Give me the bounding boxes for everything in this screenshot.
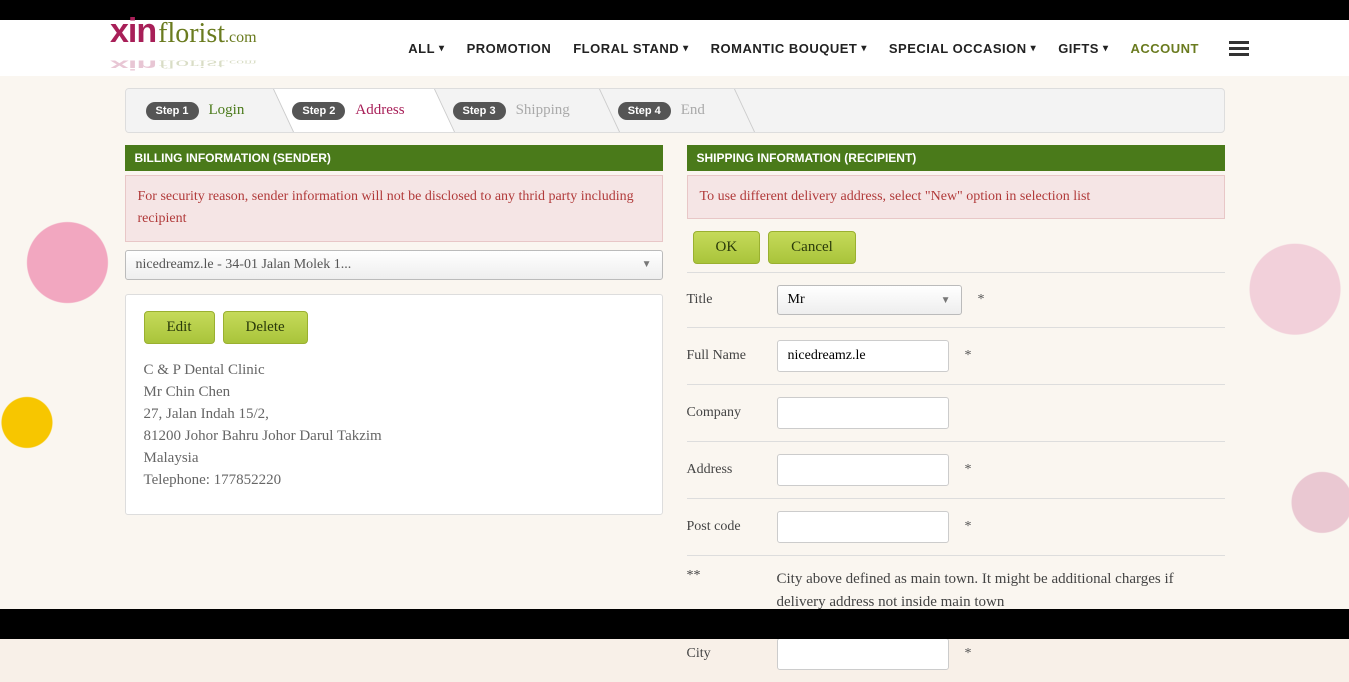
nav-account[interactable]: ACCOUNT bbox=[1131, 41, 1200, 56]
label-city: City bbox=[687, 646, 765, 662]
billing-column: BILLING INFORMATION (SENDER) For securit… bbox=[125, 145, 663, 682]
menu-icon[interactable] bbox=[1229, 41, 1249, 56]
fullname-input[interactable] bbox=[777, 340, 949, 372]
address-line: Telephone: 177852220 bbox=[144, 472, 644, 489]
shipping-header: SHIPPING INFORMATION (RECIPIENT) bbox=[687, 145, 1225, 171]
city-input[interactable] bbox=[777, 638, 949, 670]
address-input[interactable] bbox=[777, 454, 949, 486]
chevron-down-icon: ▾ bbox=[1103, 43, 1109, 54]
logo-tld: .com bbox=[225, 29, 257, 47]
chevron-down-icon: ▾ bbox=[683, 43, 689, 54]
shipping-column: SHIPPING INFORMATION (RECIPIENT) To use … bbox=[687, 145, 1225, 682]
billing-alert: For security reason, sender information … bbox=[125, 175, 663, 242]
required-mark: * bbox=[965, 462, 972, 478]
nav-special-occasion[interactable]: SPECIAL OCCASION▾ bbox=[889, 41, 1036, 56]
nav-floral-stand[interactable]: FLORAL STAND▾ bbox=[573, 41, 688, 56]
postcode-input[interactable] bbox=[777, 511, 949, 543]
address-line: Mr Chin Chen bbox=[144, 384, 644, 401]
billing-address-card: Edit Delete C & P Dental Clinic Mr Chin … bbox=[125, 294, 663, 515]
edit-button[interactable]: Edit bbox=[144, 311, 215, 344]
step-login[interactable]: Step 1 Login bbox=[126, 89, 273, 132]
site-header: xin florist .com xin florist .com ALL▾ P… bbox=[0, 20, 1349, 76]
required-mark: * bbox=[965, 646, 972, 662]
logo-brand: xin bbox=[110, 12, 156, 51]
required-mark: * bbox=[978, 292, 985, 308]
company-input[interactable] bbox=[777, 397, 949, 429]
label-company: Company bbox=[687, 405, 765, 421]
chevron-down-icon: ▾ bbox=[861, 43, 867, 54]
label-fullname: Full Name bbox=[687, 348, 765, 364]
billing-address-select[interactable]: nicedreamz.le - 34-01 Jalan Molek 1... ▼ bbox=[125, 250, 663, 280]
chevron-down-icon: ▾ bbox=[439, 43, 445, 54]
delete-button[interactable]: Delete bbox=[223, 311, 308, 344]
nav-romantic-bouquet[interactable]: ROMANTIC BOUQUET▾ bbox=[711, 41, 867, 56]
address-line: C & P Dental Clinic bbox=[144, 362, 644, 379]
address-line: 81200 Johor Bahru Johor Darul Takzim bbox=[144, 428, 644, 445]
title-select[interactable]: Mr ▼ bbox=[777, 285, 962, 315]
address-line: Malaysia bbox=[144, 450, 644, 467]
city-note: City above defined as main town. It migh… bbox=[777, 568, 1225, 613]
nav-promotion[interactable]: PROMOTION bbox=[467, 41, 552, 56]
logo[interactable]: xin florist .com xin florist .com bbox=[110, 12, 390, 84]
checkout-steps: Step 1 Login Step 2 Address Step 3 Shipp… bbox=[125, 88, 1225, 133]
main-nav: ALL▾ PROMOTION FLORAL STAND▾ ROMANTIC BO… bbox=[408, 41, 1249, 56]
address-line: 27, Jalan Indah 15/2, bbox=[144, 406, 644, 423]
billing-header: BILLING INFORMATION (SENDER) bbox=[125, 145, 663, 171]
label-address: Address bbox=[687, 462, 765, 478]
ok-button[interactable]: OK bbox=[693, 231, 761, 264]
black-bottom-bar bbox=[0, 609, 1349, 639]
logo-suffix: florist bbox=[158, 18, 225, 50]
chevron-down-icon: ▾ bbox=[1031, 43, 1037, 54]
nav-all[interactable]: ALL▾ bbox=[408, 41, 444, 56]
note-marker: ** bbox=[687, 568, 765, 584]
required-mark: * bbox=[965, 348, 972, 364]
step-end[interactable]: Step 4 End bbox=[598, 89, 733, 132]
step-address[interactable]: Step 2 Address bbox=[272, 89, 432, 132]
label-postcode: Post code bbox=[687, 519, 765, 535]
cancel-button[interactable]: Cancel bbox=[768, 231, 856, 264]
dropdown-arrow-icon: ▼ bbox=[642, 259, 652, 270]
dropdown-arrow-icon: ▼ bbox=[941, 295, 951, 306]
label-title: Title bbox=[687, 292, 765, 308]
shipping-alert: To use different delivery address, selec… bbox=[687, 175, 1225, 219]
step-shipping[interactable]: Step 3 Shipping bbox=[433, 89, 598, 132]
required-mark: * bbox=[965, 519, 972, 535]
nav-gifts[interactable]: GIFTS▾ bbox=[1058, 41, 1108, 56]
